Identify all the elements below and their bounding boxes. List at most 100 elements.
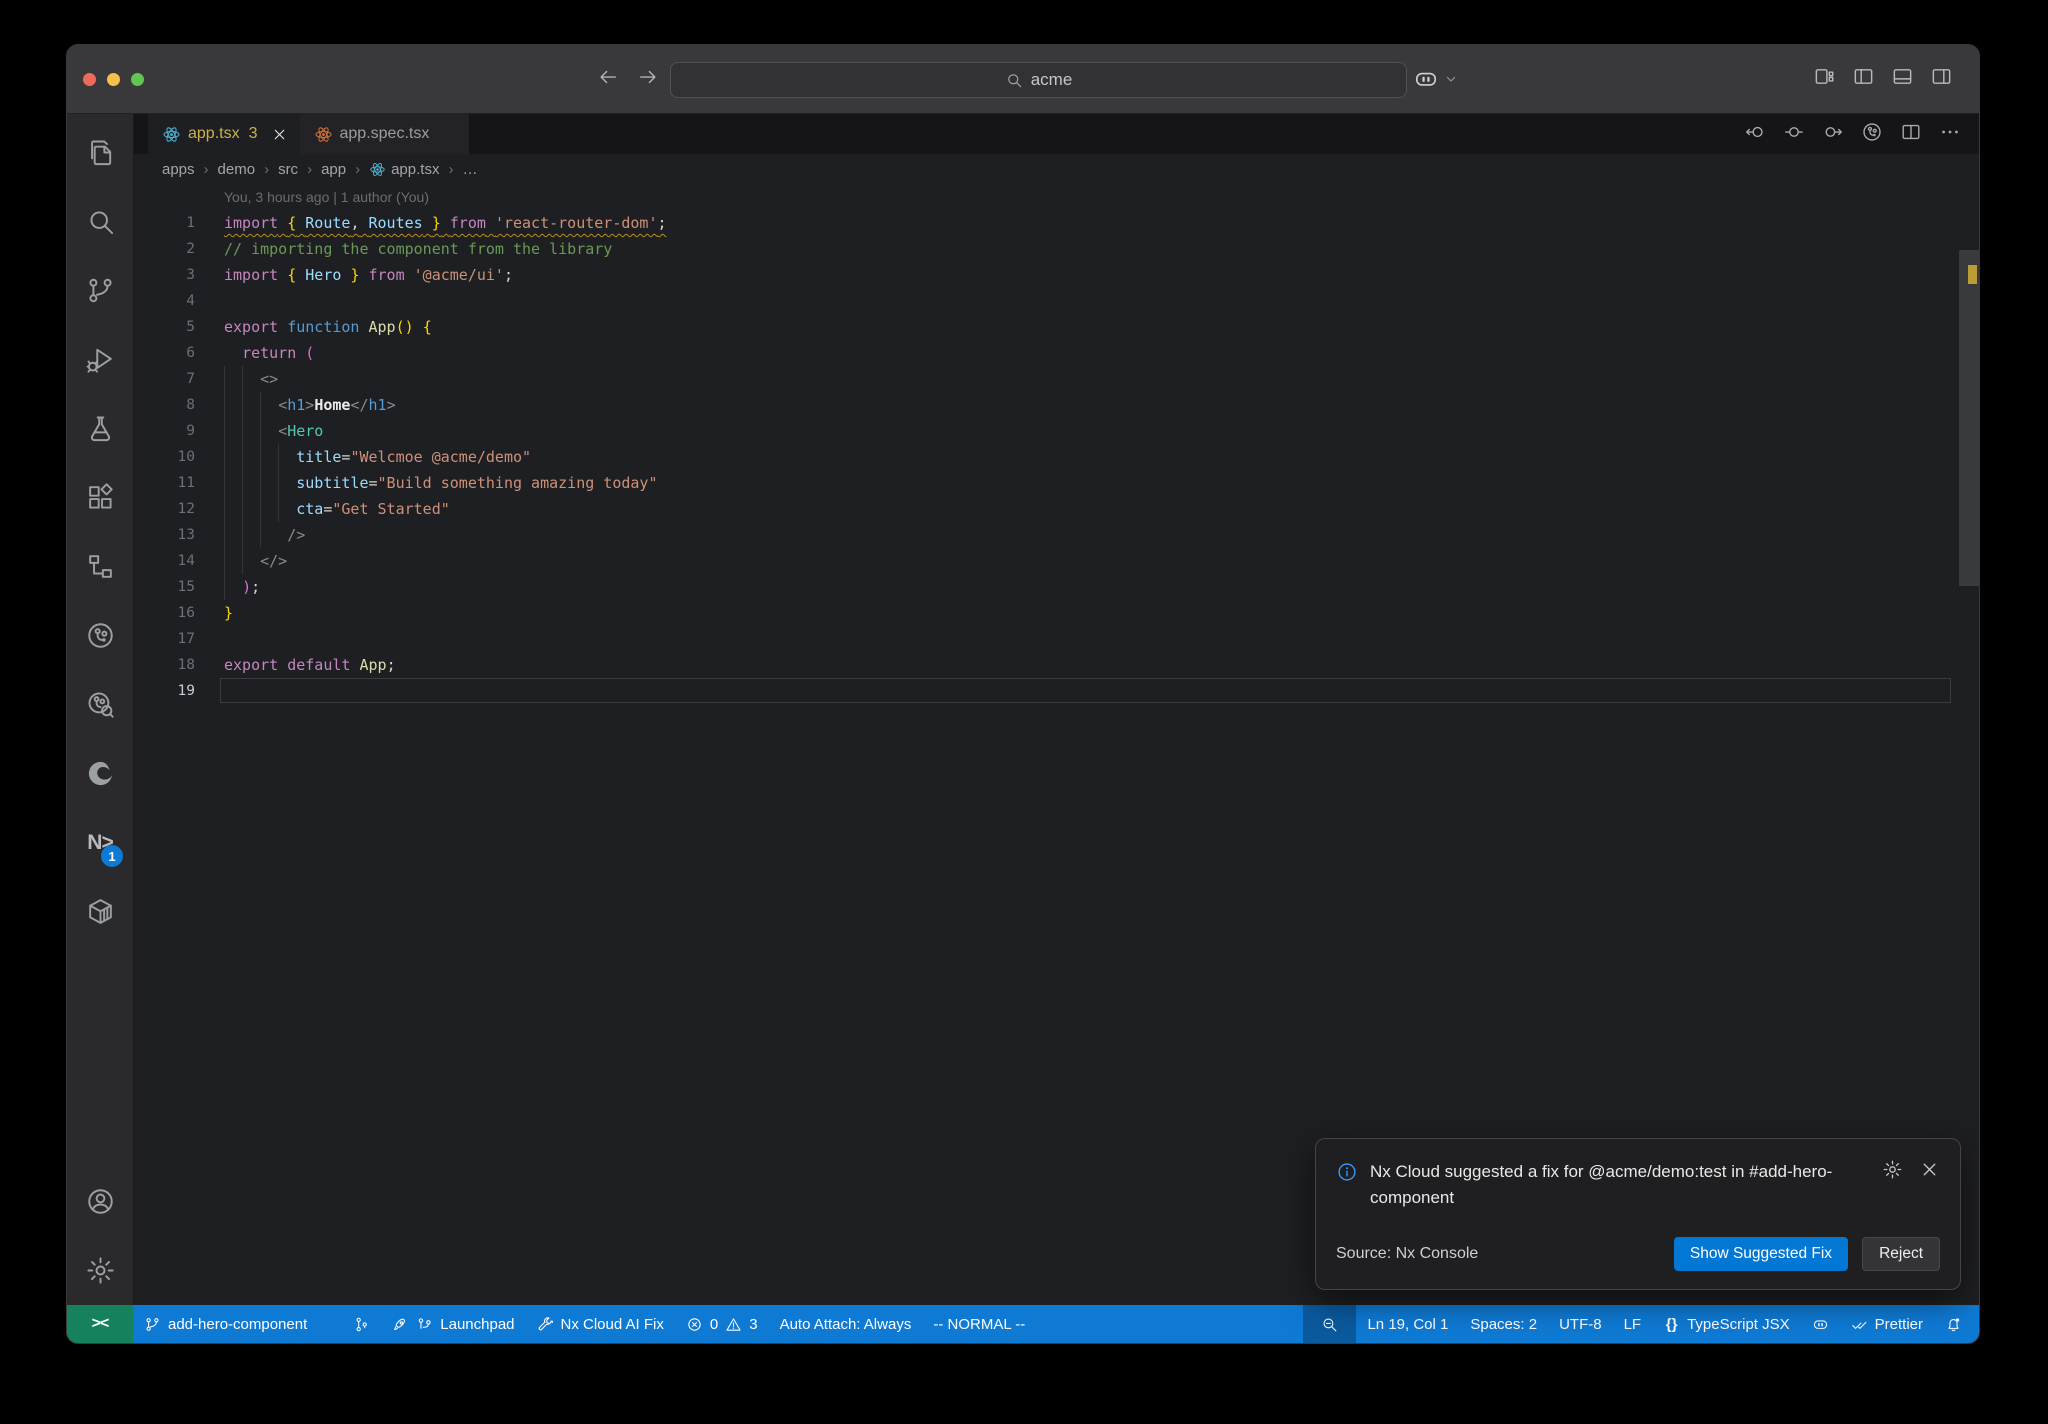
activity-item-settings[interactable] (67, 1236, 133, 1305)
activity-item-extensions[interactable] (67, 463, 133, 532)
code-line-12[interactable]: 12 cta="Get Started" (134, 496, 1979, 522)
activity-item-explorer[interactable] (67, 118, 133, 187)
panel-right-button[interactable] (1930, 65, 1953, 93)
code-line-9[interactable]: 9 <Hero (134, 418, 1979, 444)
activity-item-search[interactable] (67, 187, 133, 256)
breadcrumb-symbol-tail[interactable]: … (462, 161, 477, 178)
copilot-menu[interactable] (1413, 45, 1459, 113)
line-number[interactable]: 9 (134, 418, 195, 444)
code-line-6[interactable]: 6 return ( (134, 340, 1979, 366)
line-number[interactable]: 10 (134, 444, 195, 470)
code-line-15[interactable]: 15 ); (134, 574, 1979, 600)
line-number[interactable]: 11 (134, 470, 195, 496)
code-line-14[interactable]: 14 </> (134, 548, 1979, 574)
line-number[interactable]: 3 (134, 262, 195, 288)
breadcrumb-apps[interactable]: apps (162, 161, 195, 178)
editor-scrollbar[interactable] (1959, 250, 1979, 586)
code-line-8[interactable]: 8 <h1>Home</h1> (134, 392, 1979, 418)
code-line-16[interactable]: 16} (134, 600, 1979, 626)
code-line-7[interactable]: 7 <> (134, 366, 1979, 392)
split-editor-button[interactable] (1900, 121, 1922, 148)
status-remote-indicator[interactable]: >< (67, 1305, 133, 1343)
tab-app.spec.tsx[interactable]: app.spec.tsx (299, 114, 471, 154)
code-line-4[interactable]: 4 (134, 288, 1979, 314)
code-editor[interactable]: You, 3 hours ago | 1 author (You) 1 impor… (134, 184, 1979, 1305)
activity-item-project-hierarchy[interactable] (67, 532, 133, 601)
status-cursor-position[interactable]: Ln 19, Col 1 (1356, 1305, 1459, 1343)
line-number[interactable]: 2 (134, 236, 195, 262)
activity-item-account[interactable] (67, 1167, 133, 1236)
status-indentation[interactable]: Spaces: 2 (1459, 1305, 1548, 1343)
breadcrumb-demo[interactable]: demo (218, 161, 256, 178)
breadcrumb-file[interactable]: app.tsx (369, 161, 439, 178)
status-git-graph[interactable] (342, 1305, 381, 1343)
status-problems[interactable]: 03 (675, 1305, 769, 1343)
line-number[interactable]: 12 (134, 496, 195, 522)
line-number[interactable]: 6 (134, 340, 195, 366)
status-prettier[interactable]: Prettier (1840, 1305, 1934, 1343)
activity-item-edge-tools[interactable] (67, 739, 133, 808)
line-number[interactable]: 1 (134, 210, 195, 236)
code-line-19[interactable]: 19 (134, 678, 1979, 704)
status-copilot-status[interactable] (1801, 1305, 1840, 1343)
graph-circle-button[interactable] (1861, 121, 1883, 148)
nav-back-button[interactable] (1744, 121, 1766, 148)
status-encoding[interactable]: UTF-8 (1548, 1305, 1613, 1343)
command-center-search[interactable]: acme (670, 62, 1407, 98)
tab-app.tsx[interactable]: app.tsx 3 (148, 114, 300, 154)
line-number[interactable]: 18 (134, 652, 195, 678)
code-line-11[interactable]: 11 subtitle="Build something amazing tod… (134, 470, 1979, 496)
breadcrumb-src[interactable]: src (278, 161, 298, 178)
layout-customize-button[interactable] (1813, 65, 1836, 93)
line-number[interactable]: 16 (134, 600, 195, 626)
go-back-button[interactable] (597, 66, 619, 93)
status-language-mode[interactable]: {} TypeScript JSX (1652, 1305, 1801, 1343)
activity-item-run-debug[interactable] (67, 325, 133, 394)
minimize-window-button[interactable] (107, 72, 120, 86)
breadcrumb-app[interactable]: app (321, 161, 346, 178)
status-git-branch[interactable]: add-hero-component (133, 1305, 342, 1343)
next-change-button[interactable] (1822, 121, 1844, 148)
more-actions-button[interactable] (1939, 121, 1961, 148)
close-window-button[interactable] (83, 72, 96, 86)
activity-item-nx-console[interactable]: N> 1 (67, 808, 133, 877)
go-forward-button[interactable] (637, 66, 659, 93)
line-number[interactable]: 17 (134, 626, 195, 652)
code-line-3[interactable]: 3 import { Hero } from '@acme/ui'; (134, 262, 1979, 288)
status-notifications-bell[interactable] (1934, 1305, 1973, 1343)
status-nx-cloud-ai-fix[interactable]: Nx Cloud AI Fix (526, 1305, 675, 1343)
code-line-2[interactable]: 2 // importing the component from the lib… (134, 236, 1979, 262)
code-line-18[interactable]: 18 export default App; (134, 652, 1979, 678)
tab-close-icon[interactable] (271, 126, 288, 143)
status-auto-attach[interactable]: Auto Attach: Always (769, 1305, 923, 1343)
activity-item-source-control[interactable] (67, 256, 133, 325)
show-suggested-fix-button[interactable]: Show Suggested Fix (1673, 1237, 1849, 1271)
line-number[interactable]: 15 (134, 574, 195, 600)
line-number[interactable]: 13 (134, 522, 195, 548)
code-line-1[interactable]: 1 import { Route, Routes } from 'react-ro… (134, 210, 1979, 236)
activity-item-package-explorer[interactable] (67, 877, 133, 946)
status-zoom-indicator[interactable] (1303, 1305, 1357, 1343)
line-number[interactable]: 7 (134, 366, 195, 392)
status-eol[interactable]: LF (1613, 1305, 1653, 1343)
status-vim-mode[interactable]: -- NORMAL -- (922, 1305, 1036, 1343)
line-number[interactable]: 19 (134, 678, 195, 704)
code-line-17[interactable]: 17 (134, 626, 1979, 652)
panel-left-button[interactable] (1852, 65, 1875, 93)
status-launchpad[interactable]: Launchpad (381, 1305, 525, 1343)
reject-button[interactable]: Reject (1862, 1237, 1940, 1271)
code-line-13[interactable]: 13 /> (134, 522, 1979, 548)
panel-bottom-button[interactable] (1891, 65, 1914, 93)
line-number[interactable]: 5 (134, 314, 195, 340)
activity-item-gitlens-inspect[interactable] (67, 670, 133, 739)
line-number[interactable]: 8 (134, 392, 195, 418)
prev-change-button[interactable] (1783, 121, 1805, 148)
maximize-window-button[interactable] (131, 72, 144, 86)
activity-item-source-control-graph[interactable] (67, 601, 133, 670)
code-line-5[interactable]: 5 export function App() { (134, 314, 1979, 340)
activity-item-testing[interactable] (67, 394, 133, 463)
notification-close-icon[interactable] (1919, 1159, 1940, 1180)
line-number[interactable]: 14 (134, 548, 195, 574)
code-line-10[interactable]: 10 title="Welcmoe @acme/demo" (134, 444, 1979, 470)
notification-settings-icon[interactable] (1882, 1159, 1903, 1180)
